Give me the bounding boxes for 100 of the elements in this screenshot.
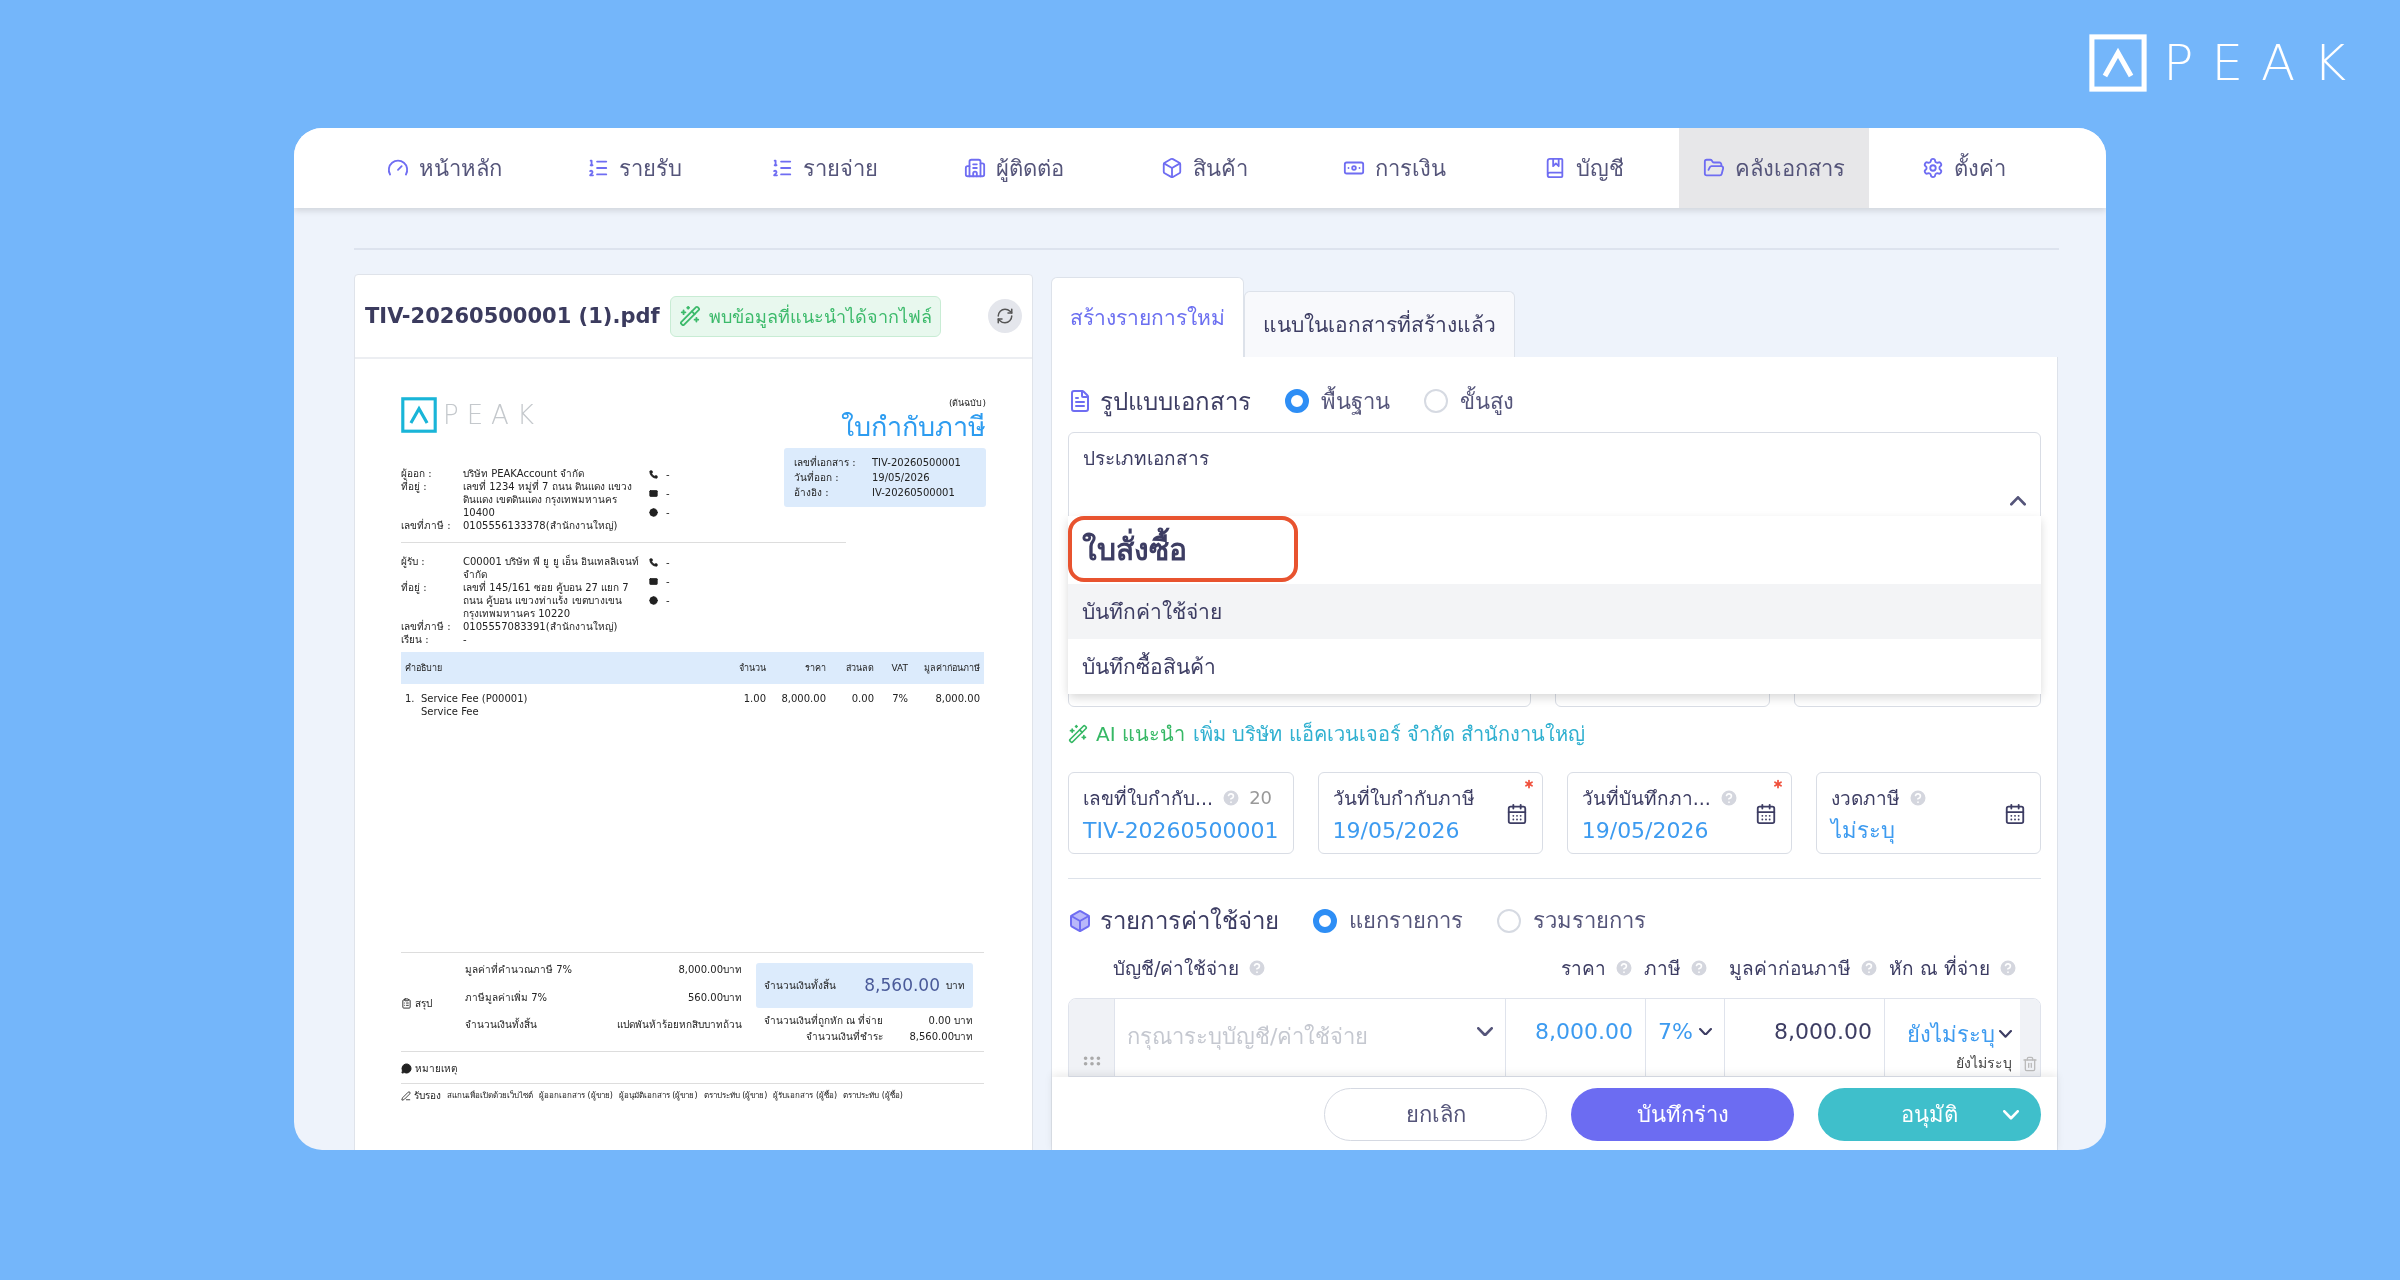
nav-item[interactable]: การเงิน: [1299, 128, 1489, 208]
summary-value: แปดพันห้าร้อยหกสิบบาทถ้วน: [617, 1018, 742, 1033]
summary-label: ภาษีมูลค่าเพิ่ม 7%: [465, 990, 549, 1006]
field-value: บริษัท PEAKAccount จำกัด: [463, 467, 586, 479]
signature-field: ผู้รับเอกสาร (ผู้ซื้อ): [773, 1089, 838, 1102]
contact-value: -: [666, 468, 670, 481]
brand-name: PEAK: [443, 402, 542, 428]
contact-value: -: [666, 594, 670, 607]
column-header: ส่วนลด: [845, 661, 874, 675]
contact-value: -: [666, 556, 670, 569]
table-cell-text: 7%: [891, 692, 908, 705]
field-value: เลขที่ 1234 หมู่ที่ 7 ถนน ดินแดง แขวง ดินแดง เขตดินแดง กรุงเทพมหานคร 10400: [463, 480, 633, 519]
field-value: -: [463, 633, 468, 646]
ai-hint-label: AI แนะนำ: [1096, 720, 1185, 748]
field-value: 19/05/2026: [872, 471, 931, 484]
document-title: ใบกำกับภาษี: [840, 410, 986, 444]
column-header: ราคา: [1504, 952, 1644, 983]
radio-option[interactable]: ขั้นสูง: [1424, 383, 1514, 419]
column-header: มูลค่าก่อนภาษี: [1723, 952, 1883, 983]
field-value: IV-20260500001: [872, 486, 956, 499]
nav-item[interactable]: ตั้งค่า: [1869, 128, 2059, 208]
signature-field: สแกนเพื่อเปิดด้วยเว็บไซต์: [447, 1089, 533, 1102]
field-value: 0105556133378(สำนักงานใหญ่): [463, 519, 619, 532]
field-label: เรียน :: [401, 633, 430, 646]
table-cell-text: 0.00: [850, 692, 874, 705]
nav-item[interactable]: หน้าหลัก: [349, 128, 539, 208]
date-field[interactable]: งวดภาษี ไม่ระบุ: [1815, 771, 2041, 854]
cancel-button[interactable]: ยกเลิก: [1324, 1088, 1547, 1142]
summary-label: จำนวนเงินทั้งสิ้น: [465, 1018, 538, 1033]
copy-label: (ต้นฉบับ): [947, 397, 986, 410]
column-header: หัก ณ ที่จ่าย: [1883, 952, 2019, 983]
section-title: รูปแบบเอกสาร: [1100, 386, 1251, 419]
nav-item[interactable]: ผู้ติดต่อ: [919, 128, 1109, 208]
dropdown-option[interactable]: ใบสั่งซื้อ: [1068, 515, 2041, 584]
summary-label: จำนวนเงินที่ถูกหัก ณ ที่จ่าย: [763, 1014, 883, 1027]
table-cell-text: 1.: [405, 692, 416, 705]
column-header: คำอธิบาย: [405, 661, 443, 675]
section-label: รับรอง: [414, 1089, 441, 1102]
radio-option[interactable]: แยกรายการ: [1313, 903, 1463, 939]
contact-value: -: [666, 575, 670, 588]
field-label: ที่อยู่ :: [401, 480, 428, 493]
table-cell-text: Service Fee (P00001): [421, 692, 529, 705]
field-label: ผู้รับ :: [401, 555, 426, 568]
table-cell-text: 8,000.00: [934, 692, 980, 705]
table-cell-text: 8,000.00: [780, 692, 826, 705]
dropdown-option[interactable]: บันทึกซื้อสินค้า: [1068, 638, 2041, 694]
total-unit: บาท: [946, 979, 965, 992]
total-value: 8,560.00: [864, 979, 940, 992]
nav-item[interactable]: คลังเอกสาร: [1679, 128, 1869, 208]
brand-name: PEAK: [2163, 38, 2364, 88]
contact-value: -: [666, 506, 670, 519]
total-label: จำนวนเงินทั้งสิ้น: [764, 979, 836, 992]
nav-item[interactable]: รายรับ: [539, 128, 729, 208]
column-header: ภาษี: [1644, 952, 1723, 983]
text-field[interactable]: เลขที่ใบกำกับ... 20 TIV-20260500001: [1068, 771, 1294, 854]
nav-item[interactable]: บัญชี: [1489, 128, 1679, 208]
summary-value: 8,000.00บาท: [677, 963, 742, 977]
summary-label: มูลค่าที่คำนวณภาษี 7%: [465, 963, 574, 978]
character-counter: 20: [1249, 787, 1273, 809]
column-header: VAT: [890, 661, 908, 675]
date-field[interactable]: วันที่บันทึกภา... 19/05/2026: [1566, 771, 1792, 854]
column-header: จำนวน: [738, 661, 766, 675]
radio-option[interactable]: พื้นฐาน: [1285, 383, 1390, 419]
field-value: TIV-20260500001: [872, 456, 962, 469]
tab[interactable]: แนบในเอกสารที่สร้างแล้ว: [1244, 291, 1515, 357]
summary-value: 0.00 บาท: [927, 1014, 973, 1027]
summary-label: จำนวนเงินที่ชำระ: [805, 1030, 883, 1043]
field-label: ผู้ออก :: [401, 467, 433, 480]
signature-field: ผู้ออกเอกสาร (ผู้ขาย): [539, 1089, 613, 1102]
contact-value: -: [666, 487, 670, 500]
column-header: ราคา: [804, 661, 826, 675]
tab[interactable]: สร้างรายการใหม่: [1051, 277, 1244, 357]
field-label: ที่อยู่ :: [401, 581, 428, 594]
section-title: รายการค่าใช้จ่าย: [1100, 906, 1279, 938]
field-label: เลขที่เอกสาร :: [794, 456, 857, 469]
field-value: เลขที่ 145/161 ซอย คู้บอน 27 แยก 7 ถนน คู้บอน แขวงท่าแร้ง เขตบางเขน กรุงเทพมหานคร 10220: [463, 581, 630, 620]
withholding-note: ยังไม่ระบุ: [1956, 1053, 2012, 1074]
section-label: หมายเหตุ: [415, 1062, 457, 1075]
field-label: เลขที่ภาษี :: [401, 620, 452, 633]
field-label: เลขที่ภาษี :: [401, 519, 452, 532]
suggestion-badge: พบข้อมูลที่แนะนำได้จากไฟล์: [669, 295, 941, 337]
column-header: มูลค่าก่อนภาษี: [923, 661, 980, 675]
file-name: TIV-20260500001 (1).pdf: [365, 304, 660, 328]
save-draft-button[interactable]: บันทึกร่าง: [1571, 1088, 1794, 1142]
table-cell-text: Service Fee: [421, 705, 480, 718]
field-value: 0105557083391(สำนักงานใหญ่): [463, 620, 619, 633]
field-label: อ้างอิง :: [794, 486, 830, 499]
signature-field: ผู้อนุมัติเอกสาร (ผู้ขาย): [618, 1089, 698, 1102]
dropdown-option[interactable]: บันทึกค่าใช้จ่าย: [1068, 583, 2041, 639]
section-label: สรุป: [415, 996, 432, 1010]
signature-field: ตราประทับ (ผู้ซื้อ): [843, 1089, 903, 1102]
date-field[interactable]: วันที่ใบกำกับภาษี 19/05/2026: [1317, 771, 1543, 854]
table-cell-text: 1.00: [742, 692, 766, 705]
radio-option[interactable]: รวมรายการ: [1497, 903, 1646, 939]
column-header: บัญชี/ค่าใช้จ่าย: [1113, 952, 1504, 983]
amount-input[interactable]: 8,000.00: [1724, 998, 1884, 1077]
nav-item[interactable]: รายจ่าย: [729, 128, 919, 208]
nav-item[interactable]: สินค้า: [1109, 128, 1299, 208]
field-label: วันที่ออก :: [794, 471, 840, 484]
field-value: C00001 บริษัท พี ยู ยู เอ็น อินเทลลิเจนท์ จำกัด: [463, 555, 640, 580]
